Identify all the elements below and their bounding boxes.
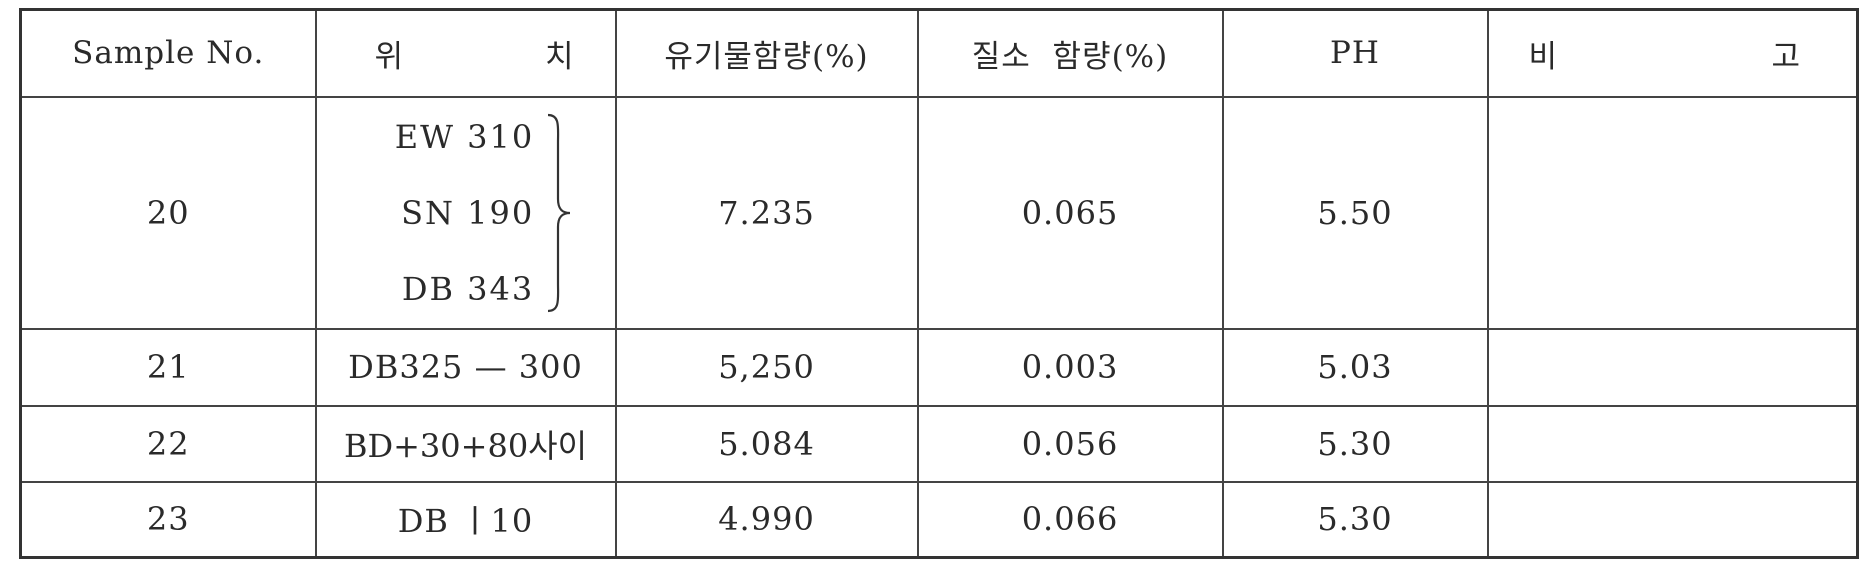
nitrogen-content-cell: 0.066 (916, 480, 1224, 559)
location-cell: DB325 — 300 (314, 327, 617, 407)
table-row: 21 DB325 — 300 5,250 0.003 5.03 (19, 327, 1859, 407)
remarks-cell (1486, 480, 1859, 559)
right-curly-brace (548, 113, 571, 312)
header-ph: PH (1221, 8, 1489, 98)
table-row: 22 BD+30+80사이 5.084 0.056 5.30 (19, 404, 1859, 483)
header-remarks-char-2: 고 (1771, 38, 1801, 75)
organic-content-cell: 7.235 (614, 95, 919, 330)
location-cell: EW 310 SN 190 DB 343 (314, 95, 617, 330)
ph-cell: 5.03 (1221, 327, 1489, 407)
remarks-cell (1486, 95, 1859, 330)
header-nitrogen-content: 질소 함량(%) (916, 8, 1224, 98)
sample-no-cell: 23 (19, 480, 317, 559)
ph-cell: 5.30 (1221, 404, 1489, 483)
table-row: 20 EW 310 SN 190 DB 343 7.235 0.065 5.50 (19, 95, 1859, 330)
location-lines: EW 310 SN 190 DB 343 (395, 99, 535, 327)
sample-no-cell: 22 (19, 404, 317, 483)
location-line: DB 343 (401, 269, 535, 308)
organic-content-cell: 5.084 (614, 404, 919, 483)
location-line: SN 190 (401, 193, 535, 232)
location-cell: BD+30+80사이 (314, 404, 617, 483)
location-line: EW 310 (394, 117, 535, 156)
remarks-cell (1486, 327, 1859, 407)
sample-no-cell: 20 (19, 95, 317, 330)
organic-content-cell: 5,250 (614, 327, 919, 407)
soil-analysis-table: Sample No. 위 치 유기물함량(%) 질소 함량(%) PH 비 고 … (19, 8, 1859, 559)
ph-cell: 5.50 (1221, 95, 1489, 330)
ph-cell: 5.30 (1221, 480, 1489, 559)
remarks-cell (1486, 404, 1859, 483)
header-sample-no: Sample No. (19, 8, 317, 98)
sample-no-cell: 21 (19, 327, 317, 407)
organic-content-cell: 4.990 (614, 480, 919, 559)
header-organic-content: 유기물함량(%) (614, 8, 919, 98)
header-location-char-1: 위 (374, 38, 405, 75)
header-location-char-2: 치 (544, 38, 575, 75)
nitrogen-content-cell: 0.056 (916, 404, 1224, 483)
nitrogen-content-cell: 0.065 (916, 95, 1224, 330)
header-remarks-char-1: 비 (1528, 38, 1559, 75)
location-cell: DB ㅣ10 (314, 480, 617, 559)
header-remarks: 비 고 (1486, 8, 1859, 98)
header-row: Sample No. 위 치 유기물함량(%) 질소 함량(%) PH 비 고 (19, 8, 1859, 98)
nitrogen-content-cell: 0.003 (916, 327, 1224, 407)
header-location: 위 치 (314, 8, 617, 98)
table-row: 23 DB ㅣ10 4.990 0.066 5.30 (19, 480, 1859, 559)
